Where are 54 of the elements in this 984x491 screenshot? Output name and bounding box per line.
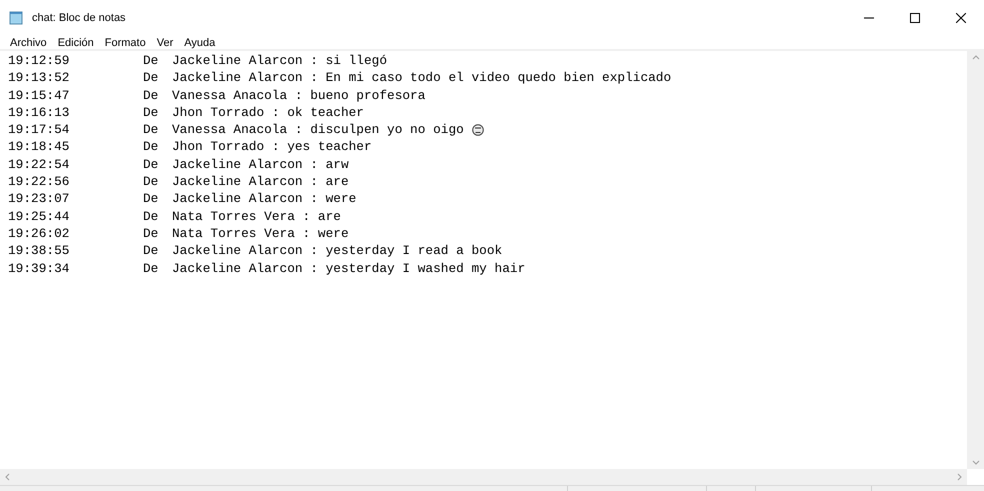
chat-message: Jackeline Alarcon : yesterday I read a book (172, 242, 502, 260)
menu-item[interactable]: Archivo (5, 36, 52, 50)
chat-message: Jackeline Alarcon : En mi caso todo el video quedo bien explicado (172, 69, 672, 87)
from-label: De (143, 52, 160, 70)
scroll-up-icon (972, 55, 980, 60)
timestamp: 19:16:13 (7, 104, 70, 122)
chat-message: Jhon Torrado : yes teacher (172, 138, 372, 156)
chat-message: Vanessa Anacola : bueno profesora (172, 86, 426, 104)
scroll-down-icon (972, 460, 980, 465)
timestamp: 19:12:59 (7, 52, 70, 70)
scroll-right-icon (957, 473, 962, 481)
from-label: De (143, 260, 160, 277)
from-label: De (143, 86, 160, 104)
timestamp: 19:38:55 (7, 242, 70, 260)
from-label: De (143, 69, 160, 87)
chat-message: Vanessa Anacola : disculpen yo no oigo (172, 121, 464, 138)
timestamp: 19:22:56 (7, 173, 70, 190)
horizontal-scrollbar[interactable] (0, 469, 967, 485)
menu-item[interactable]: Edición (52, 36, 99, 50)
timestamp: 19:13:52 (7, 69, 70, 87)
timestamp: 19:18:45 (7, 138, 70, 156)
chat-message: Jackeline Alarcon : yesterday I washed my hair (172, 260, 526, 277)
chat-message: Nata Torres Vera : were (172, 224, 349, 242)
window-title: chat: Bloc de notas (32, 10, 126, 26)
menu-item[interactable]: Ver (152, 36, 178, 50)
timestamp: 19:39:34 (7, 260, 70, 277)
vertical-scrollbar[interactable] (967, 51, 984, 469)
timestamp: 19:23:07 (7, 190, 70, 208)
from-label: De (143, 208, 160, 225)
timestamp: 19:17:54 (7, 121, 70, 138)
chat-message: Jhon Torrado : ok teacher (172, 104, 364, 122)
from-label: De (143, 242, 160, 260)
menu-item[interactable]: Formato (100, 36, 151, 50)
maximize-icon (910, 13, 920, 23)
from-label: De (143, 190, 160, 208)
chat-message: Jackeline Alarcon : arw (172, 156, 349, 174)
from-label: De (143, 138, 160, 156)
notepad-icon (9, 11, 23, 25)
timestamp: 19:26:02 (7, 224, 70, 242)
menu-item[interactable]: Ayuda (179, 36, 220, 50)
chat-message: Jackeline Alarcon : si llegó (172, 52, 388, 70)
chat-message: Jackeline Alarcon : are (172, 173, 349, 190)
from-label: De (143, 173, 160, 190)
scroll-left-icon (5, 473, 10, 481)
from-label: De (143, 156, 160, 174)
chat-message: Nata Torres Vera : are (172, 208, 341, 225)
chat-message: Jackeline Alarcon : were (172, 190, 356, 208)
from-label: De (143, 104, 160, 122)
from-label: De (143, 121, 160, 138)
close-icon (956, 13, 966, 23)
timestamp: 19:15:47 (7, 86, 70, 104)
from-label: De (143, 224, 160, 242)
timestamp: 19:25:44 (7, 208, 70, 225)
timestamp: 19:22:54 (7, 156, 70, 174)
